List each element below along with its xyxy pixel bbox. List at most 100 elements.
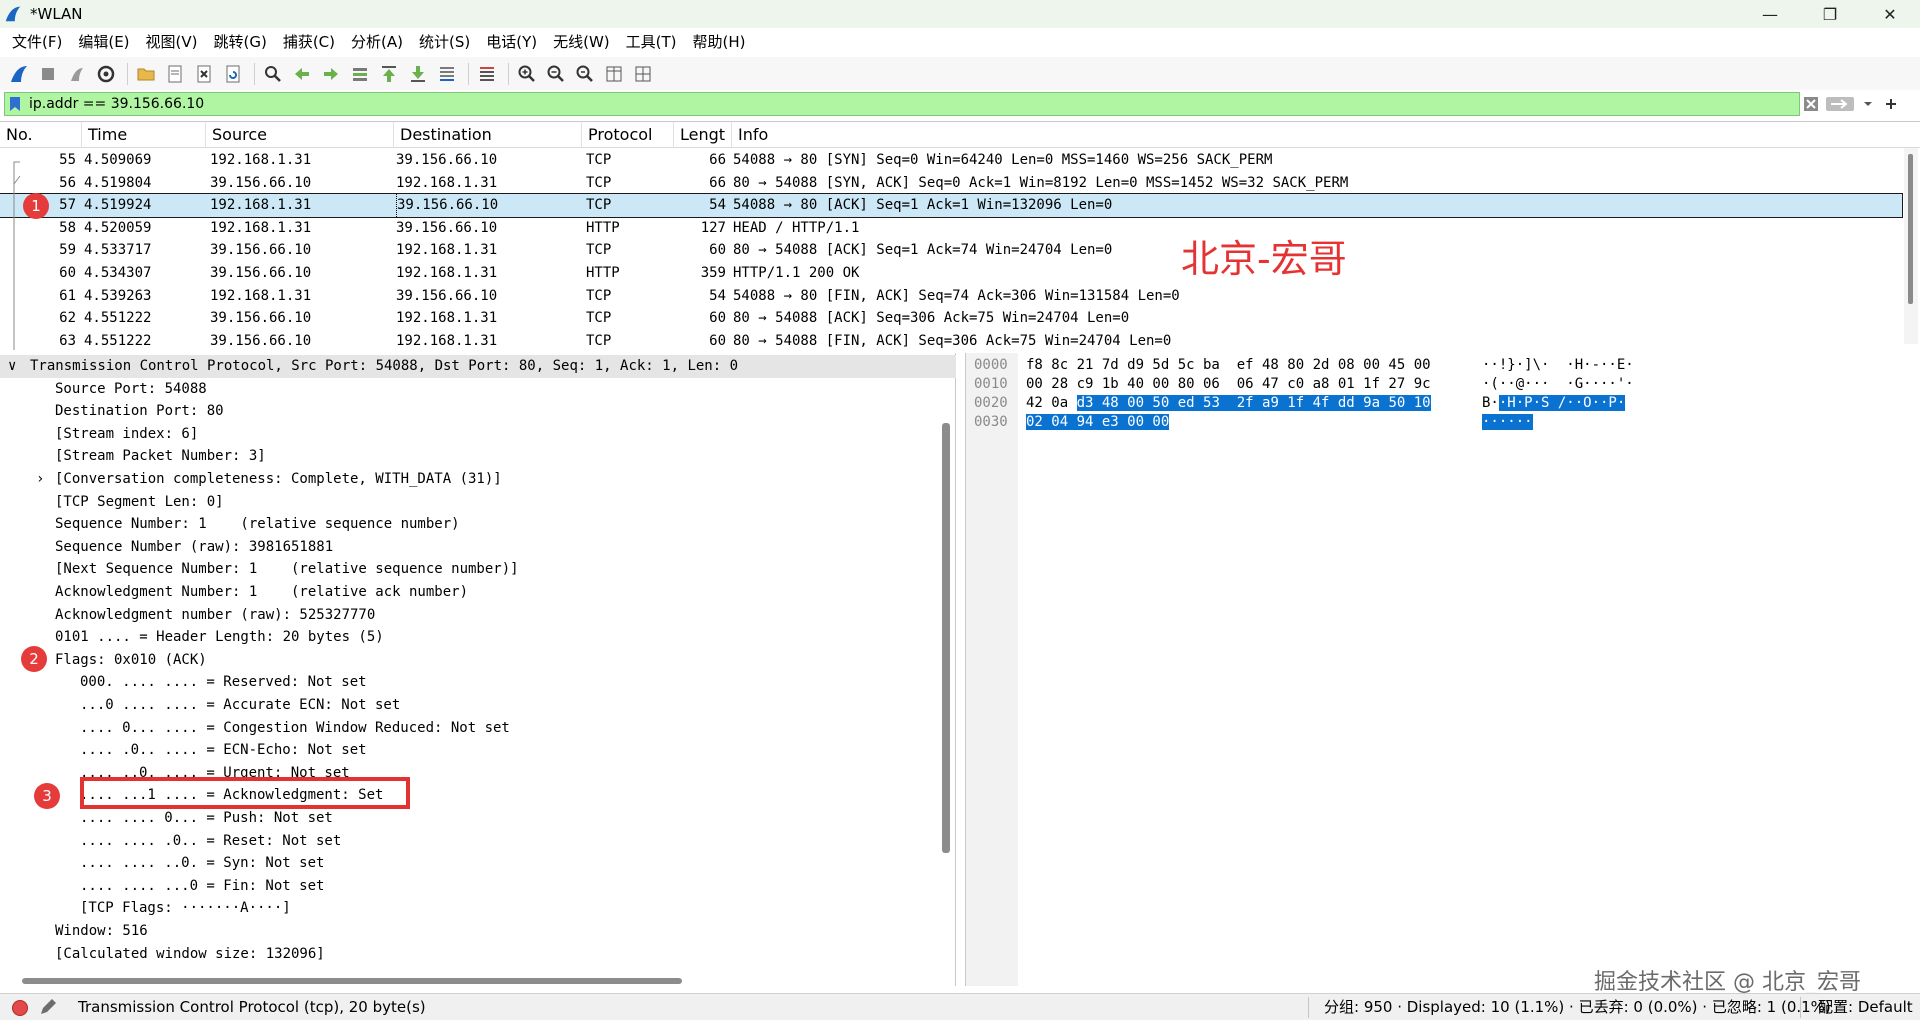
go-back-button[interactable] bbox=[289, 61, 315, 87]
hex-bytes[interactable]: 02 04 94 e3 00 00 bbox=[1026, 413, 1170, 432]
maximize-button[interactable]: ❐ bbox=[1800, 0, 1860, 28]
ascii-bytes[interactable]: ······ bbox=[1482, 413, 1533, 432]
menu-analyze[interactable]: 分析(A) bbox=[343, 28, 411, 57]
close-file-button[interactable] bbox=[191, 61, 217, 87]
open-file-button[interactable] bbox=[133, 61, 159, 87]
packet-row[interactable]: 60 4.534307 39.156.66.10 192.168.1.31 HTTP 35… bbox=[0, 262, 1902, 285]
scrollbar-thumb[interactable] bbox=[1908, 154, 1913, 304]
close-button[interactable]: ✕ bbox=[1860, 0, 1920, 28]
stop-capture-button[interactable] bbox=[35, 61, 61, 87]
ascii-bytes[interactable]: B··H·P·S /··O··P· bbox=[1482, 394, 1626, 413]
go-forward-button[interactable] bbox=[318, 61, 344, 87]
save-file-button[interactable] bbox=[162, 61, 188, 87]
display-filter-input[interactable] bbox=[25, 93, 1725, 115]
status-profile[interactable]: 配置: Default bbox=[1818, 994, 1913, 1020]
clear-filter-button[interactable] bbox=[1802, 94, 1820, 114]
details-vertical-scrollbar[interactable] bbox=[942, 423, 950, 853]
column-header-time[interactable]: Time bbox=[82, 122, 206, 148]
packet-row[interactable]: 57 4.519924 192.168.1.31 39.156.66.10 TCP 54 5… bbox=[0, 193, 1903, 218]
cell-protocol: TCP bbox=[586, 152, 612, 168]
find-packet-button[interactable] bbox=[260, 61, 286, 87]
cell-info: 54088 → 80 [ACK] Seq=1 Ack=1 Win=132096 … bbox=[733, 197, 1113, 214]
packet-row[interactable]: 59 4.533717 39.156.66.10 192.168.1.31 TCP 60 8… bbox=[0, 239, 1902, 262]
details-field-text: .... .0.. .... = ECN-Echo: Not set bbox=[80, 742, 367, 759]
packet-row[interactable]: 62 4.551222 39.156.66.10 192.168.1.31 TCP 60 8… bbox=[0, 307, 1902, 330]
packet-row[interactable]: 61 4.539263 192.168.1.31 39.156.66.10 TCP 54 5… bbox=[0, 285, 1902, 308]
cell-time: 4.551222 bbox=[84, 332, 152, 349]
menu-file[interactable]: 文件(F) bbox=[4, 28, 70, 57]
packet-row[interactable]: 55 4.509069 192.168.1.31 39.156.66.10 TCP 66 5… bbox=[0, 149, 1902, 172]
menu-edit[interactable]: 编辑(E) bbox=[70, 28, 137, 57]
zoom-in-button[interactable] bbox=[514, 61, 540, 87]
last-packet-button[interactable] bbox=[405, 61, 431, 87]
apply-filter-button[interactable] bbox=[1824, 94, 1856, 114]
start-capture-button[interactable] bbox=[6, 61, 32, 87]
ascii-plain: B· bbox=[1482, 395, 1499, 411]
menu-go[interactable]: 跳转(G) bbox=[206, 28, 275, 57]
menu-wireless[interactable]: 无线(W) bbox=[545, 28, 618, 57]
restart-capture-button[interactable] bbox=[64, 61, 90, 87]
ascii-bytes[interactable]: ·(··@··· ·G····'· bbox=[1482, 375, 1634, 394]
details-field-text: 000. .... .... = Reserved: Not set bbox=[80, 674, 367, 691]
cell-protocol: TCP bbox=[586, 174, 612, 191]
packet-row[interactable]: 58 4.520059 192.168.1.31 39.156.66.10 HTTP 12… bbox=[0, 217, 1902, 240]
folder-icon bbox=[137, 68, 155, 80]
filter-history-dropdown[interactable] bbox=[1860, 94, 1876, 114]
add-filter-button[interactable] bbox=[1882, 94, 1900, 114]
cell-source: 192.168.1.31 bbox=[210, 152, 312, 168]
menu-capture[interactable]: 捕获(C) bbox=[275, 28, 343, 57]
menu-help[interactable]: 帮助(H) bbox=[685, 28, 754, 57]
menu-view[interactable]: 视图(V) bbox=[138, 28, 206, 57]
details-field-text: Sequence Number: 1 (relative sequence nu… bbox=[55, 516, 460, 533]
packet-row[interactable]: 63 4.551222 39.156.66.10 192.168.1.31 TCP 60 8… bbox=[0, 330, 1902, 353]
cell-destination: 39.156.66.10 bbox=[396, 152, 498, 168]
hex-bytes[interactable]: 00 28 c9 1b 40 00 80 06 06 47 c0 a8 01 1… bbox=[1026, 375, 1431, 394]
cell-destination: 39.156.66.10 bbox=[396, 219, 498, 236]
go-to-packet-button[interactable] bbox=[347, 61, 373, 87]
hex-highlighted: d3 48 00 50 ed 53 2f a9 1f 4f dd 9a 50 1… bbox=[1076, 395, 1431, 411]
layout-button[interactable] bbox=[630, 61, 656, 87]
chevron-right-icon[interactable]: › bbox=[36, 468, 44, 491]
status-separator bbox=[1800, 997, 1801, 1018]
hex-bytes[interactable]: f8 8c 21 7d d9 5d 5c ba ef 48 80 2d 08 0… bbox=[1026, 356, 1431, 375]
column-header-length[interactable]: Lengt bbox=[674, 122, 732, 148]
arrow-down-bar-icon bbox=[411, 65, 425, 82]
auto-scroll-button[interactable] bbox=[434, 61, 460, 87]
cell-time: 4.534307 bbox=[84, 265, 152, 281]
column-header-info[interactable]: Info bbox=[732, 122, 1902, 148]
hex-bytes[interactable]: 42 0a d3 48 00 50 ed 53 2f a9 1f 4f dd 9… bbox=[1026, 394, 1431, 413]
details-field-text: Destination Port: 80 bbox=[55, 403, 224, 420]
column-header-no[interactable]: No. bbox=[0, 122, 82, 148]
capture-options-button[interactable] bbox=[93, 61, 119, 87]
cell-info: 80 → 54088 [FIN, ACK] Seq=306 Ack=75 Win… bbox=[733, 332, 1172, 349]
cell-time: 4.520059 bbox=[84, 219, 152, 236]
ascii-bytes[interactable]: ··!}·]\· ·H·-··E· bbox=[1482, 356, 1634, 375]
menu-statistics[interactable]: 统计(S) bbox=[411, 28, 478, 57]
details-field-text: Acknowledgment Number: 1 (relative ack n… bbox=[55, 584, 469, 600]
cell-destination: 192.168.1.31 bbox=[396, 242, 498, 259]
menu-telephony[interactable]: 电话(Y) bbox=[478, 28, 545, 57]
first-packet-button[interactable] bbox=[376, 61, 402, 87]
details-horizontal-scrollbar[interactable] bbox=[22, 978, 682, 984]
resize-columns-button[interactable] bbox=[601, 61, 627, 87]
details-protocol-header[interactable]: ∨ Transmission Control Protocol, Src Port… bbox=[0, 355, 956, 378]
zoom-in-icon bbox=[518, 65, 535, 82]
capture-status-icon[interactable] bbox=[12, 1000, 28, 1016]
column-header-source[interactable]: Source bbox=[206, 122, 394, 148]
minimize-button[interactable]: — bbox=[1740, 0, 1800, 28]
column-header-destination[interactable]: Destination bbox=[394, 122, 582, 148]
packet-row[interactable]: 56 4.519804 39.156.66.10 192.168.1.31 TCP 66 8… bbox=[0, 172, 1902, 195]
column-header-protocol[interactable]: Protocol bbox=[582, 122, 674, 148]
reload-file-button[interactable] bbox=[220, 61, 246, 87]
zoom-out-button[interactable] bbox=[543, 61, 569, 87]
colorize-button[interactable] bbox=[474, 61, 500, 87]
zoom-reset-button[interactable] bbox=[572, 61, 598, 87]
details-field-text: 0101 .... = Header Length: 20 bytes (5) bbox=[55, 629, 384, 646]
chevron-down-icon[interactable]: ∨ bbox=[8, 355, 16, 378]
packet-list-scrollbar[interactable] bbox=[1904, 148, 1918, 344]
details-field-text: [Next Sequence Number: 1 (relative seque… bbox=[55, 561, 519, 578]
cell-source: 39.156.66.10 bbox=[210, 310, 312, 327]
edit-comment-button[interactable] bbox=[38, 994, 58, 1020]
filter-bookmark-button[interactable] bbox=[5, 93, 25, 115]
menu-tools[interactable]: 工具(T) bbox=[618, 28, 685, 57]
